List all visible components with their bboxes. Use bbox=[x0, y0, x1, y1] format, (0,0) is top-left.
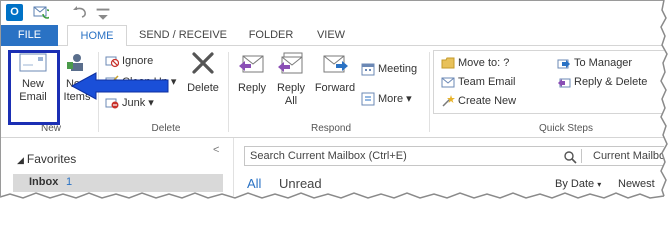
search-box[interactable]: Search Current Mailbox (Ctrl+E) Current … bbox=[244, 146, 664, 166]
quick-step-reply-delete[interactable]: Reply & Delete bbox=[557, 73, 647, 91]
customize-qat-icon[interactable] bbox=[95, 7, 111, 23]
group-label-quick-steps: Quick Steps bbox=[539, 123, 593, 134]
forward-icon bbox=[323, 55, 348, 73]
send-receive-icon[interactable] bbox=[33, 4, 49, 20]
ignore-button[interactable]: Ignore bbox=[105, 52, 153, 70]
create-new-label: Create New bbox=[458, 95, 517, 107]
main-area: ◢ Favorites < Inbox 1 Search Current Mail… bbox=[1, 138, 664, 196]
reply-all-button[interactable]: Reply All bbox=[273, 50, 309, 108]
search-scope-dropdown[interactable]: Current Mailbo bbox=[593, 150, 664, 162]
sort-by-label: By Date bbox=[555, 178, 595, 190]
group-separator bbox=[429, 52, 430, 132]
delete-icon bbox=[192, 52, 214, 74]
favorites-header[interactable]: ◢ Favorites bbox=[17, 152, 76, 166]
reply-delete-icon bbox=[558, 78, 571, 88]
more-label: More bbox=[378, 93, 404, 105]
tab-send-receive[interactable]: SEND / RECEIVE bbox=[133, 25, 233, 47]
delete-button[interactable]: Delete bbox=[181, 50, 225, 95]
group-label-respond: Respond bbox=[310, 123, 352, 134]
filter-unread[interactable]: Unread bbox=[279, 176, 322, 191]
annotation-arrow-icon bbox=[72, 72, 169, 100]
inbox-unread-count: 1 bbox=[66, 176, 73, 188]
reply-all-label-line1: Reply bbox=[276, 82, 306, 94]
to-manager-icon bbox=[557, 59, 570, 69]
reply-label: Reply bbox=[237, 82, 267, 94]
folder-item-inbox[interactable]: Inbox 1 bbox=[13, 174, 223, 192]
annotation-highlight-box bbox=[8, 50, 60, 125]
search-icon[interactable] bbox=[563, 150, 577, 164]
reply-all-label-line2: All bbox=[284, 95, 298, 107]
meeting-icon bbox=[361, 63, 375, 76]
team-email-icon bbox=[441, 77, 455, 88]
undo-icon[interactable] bbox=[73, 4, 89, 20]
create-new-icon bbox=[442, 95, 455, 107]
team-email-label: Team Email bbox=[458, 76, 516, 88]
minimize-pane-icon[interactable]: < bbox=[213, 144, 219, 156]
favorites-label: Favorites bbox=[26, 152, 77, 166]
folder-move-icon bbox=[441, 57, 455, 69]
move-to-label: Move to: ? bbox=[458, 57, 510, 69]
forward-label: Forward bbox=[314, 82, 356, 94]
ribbon-tabs: FILE HOME SEND / RECEIVE FOLDER VIEW bbox=[1, 25, 664, 47]
sort-by-dropdown[interactable]: By Date ▾ bbox=[555, 178, 601, 190]
quick-step-move-to[interactable]: Move to: ? bbox=[441, 54, 509, 72]
quick-step-to-manager[interactable]: To Manager bbox=[557, 54, 632, 72]
filter-all[interactable]: All bbox=[247, 176, 261, 191]
outlook-logo: O bbox=[6, 4, 23, 21]
reply-icon bbox=[239, 55, 264, 73]
search-placeholder: Search Current Mailbox (Ctrl+E) bbox=[250, 150, 407, 162]
meeting-button[interactable]: Meeting bbox=[361, 60, 417, 78]
search-divider bbox=[581, 149, 582, 163]
inbox-label: Inbox bbox=[29, 176, 59, 188]
meeting-label: Meeting bbox=[378, 63, 418, 75]
collapse-triangle-icon: ◢ bbox=[17, 155, 24, 165]
reply-all-icon bbox=[278, 52, 303, 74]
more-icon bbox=[361, 92, 375, 106]
reply-button[interactable]: Reply bbox=[235, 50, 269, 95]
tab-folder[interactable]: FOLDER bbox=[241, 25, 301, 47]
delete-label: Delete bbox=[187, 82, 219, 94]
sort-order-toggle[interactable]: Newest bbox=[618, 178, 655, 190]
more-respond-button[interactable]: More ▾ bbox=[361, 90, 412, 108]
ignore-label: Ignore bbox=[122, 55, 154, 67]
chevron-down-icon: ▾ bbox=[597, 180, 602, 189]
quick-step-create-new[interactable]: Create New bbox=[441, 92, 516, 110]
forward-button[interactable]: Forward bbox=[312, 50, 358, 95]
group-label-delete: Delete bbox=[151, 123, 181, 134]
quick-step-team-email[interactable]: Team Email bbox=[441, 73, 515, 91]
tab-view[interactable]: VIEW bbox=[311, 25, 351, 47]
to-manager-label: To Manager bbox=[574, 57, 633, 69]
reply-delete-label: Reply & Delete bbox=[574, 76, 648, 88]
pane-divider[interactable] bbox=[233, 138, 234, 196]
ignore-icon bbox=[105, 56, 120, 68]
group-separator bbox=[228, 52, 229, 132]
tab-home[interactable]: HOME bbox=[67, 25, 127, 47]
tab-file[interactable]: FILE bbox=[1, 25, 58, 47]
title-bar: O bbox=[1, 1, 664, 25]
